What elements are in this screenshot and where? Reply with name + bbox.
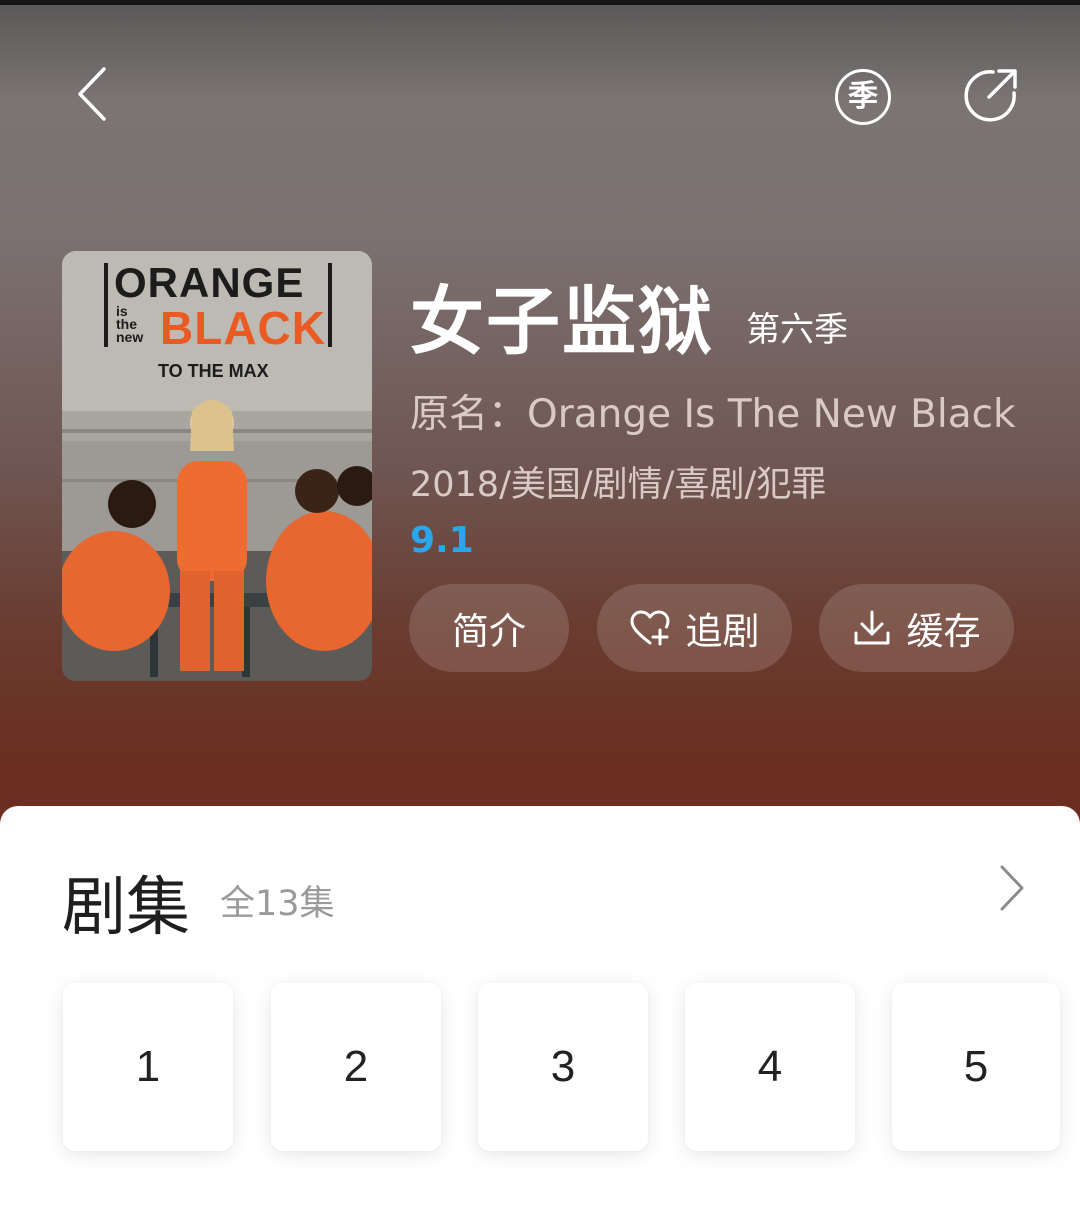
episodes-count: 全13集 bbox=[220, 884, 335, 924]
follow-label: 追剧 bbox=[685, 610, 760, 653]
poster-title-black: BLACK bbox=[160, 302, 326, 354]
episode-4[interactable]: 4 bbox=[685, 983, 855, 1151]
cache-label: 缓存 bbox=[906, 610, 981, 653]
show-meta: 2018/美国/剧情/喜剧/犯罪 bbox=[410, 465, 827, 505]
season-button[interactable]: 季 bbox=[832, 66, 894, 128]
cache-button[interactable]: 缓存 bbox=[819, 584, 1014, 672]
show-title: 女子监狱 bbox=[410, 279, 714, 365]
rating-score: 9.1 bbox=[410, 520, 474, 561]
chevron-right-icon bbox=[1000, 865, 1024, 911]
status-bar bbox=[0, 0, 1080, 5]
share-button[interactable] bbox=[960, 64, 1022, 126]
follow-button[interactable]: 追剧 bbox=[597, 584, 792, 672]
episode-2[interactable]: 2 bbox=[271, 983, 441, 1151]
poster-bar-left bbox=[104, 263, 108, 347]
poster-title-isthenew: is the new bbox=[116, 303, 144, 345]
back-button[interactable] bbox=[62, 62, 122, 126]
poster-tagline: TO THE MAX bbox=[158, 361, 269, 381]
intro-label: 简介 bbox=[452, 610, 526, 653]
download-icon bbox=[854, 610, 889, 645]
episode-3[interactable]: 3 bbox=[478, 983, 648, 1151]
show-season: 第六季 bbox=[746, 310, 848, 350]
episodes-more-button[interactable] bbox=[984, 856, 1040, 920]
share-icon bbox=[964, 69, 1017, 122]
episode-1[interactable]: 1 bbox=[63, 983, 233, 1151]
episode-5[interactable]: 5 bbox=[892, 983, 1060, 1151]
original-name: 原名：Orange Is The New Black bbox=[410, 392, 1016, 437]
intro-button[interactable]: 简介 bbox=[409, 584, 569, 672]
season-icon: 季 bbox=[835, 69, 891, 125]
poster-title-orange: ORANGE bbox=[114, 259, 305, 306]
episodes-title: 剧集 bbox=[62, 871, 190, 945]
poster-bar-right bbox=[328, 263, 332, 347]
poster-image[interactable]: ORANGE is the new BLACK TO THE MAX bbox=[62, 251, 372, 681]
chevron-left-icon bbox=[78, 67, 106, 121]
heart-plus-icon bbox=[630, 610, 669, 646]
